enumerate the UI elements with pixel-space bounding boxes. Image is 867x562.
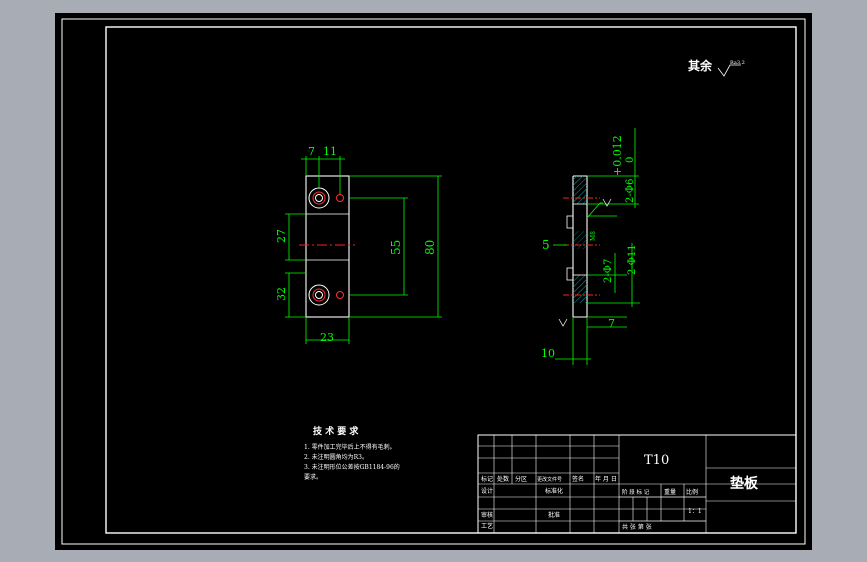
- tb-mark: 标记: [481, 475, 493, 483]
- dim-32: 32: [275, 287, 288, 301]
- roughness-value: Ra3.2: [730, 60, 745, 66]
- tb-check: 审核: [481, 511, 493, 519]
- tb-standard: 标准化: [545, 487, 563, 495]
- tech-item-3: 3. 未注明形位公差按GB1184-96的: [304, 463, 400, 471]
- dim-7-side: 7: [608, 317, 615, 330]
- tb-scale-label: 比例: [686, 488, 698, 496]
- inner-frame: [105, 26, 797, 534]
- tb-weight: 重量: [664, 488, 676, 496]
- tb-sign: 签名: [572, 475, 584, 483]
- tb-craft: 工艺: [481, 522, 493, 530]
- tb-design: 设计: [481, 487, 493, 495]
- tb-date: 年 月 日: [595, 475, 617, 483]
- tb-material: T10: [644, 453, 669, 468]
- tol-bottom: 0: [625, 157, 636, 163]
- tb-part-name: 垫板: [730, 475, 759, 492]
- outer-frame: [61, 18, 806, 545]
- dim-80: 80: [423, 240, 437, 255]
- dim-phi7: 2-Φ7: [603, 259, 614, 283]
- section-view: +0.012 0 2-Φ6 M8 5 2-Φ7 2-Φ11 7 10: [541, 128, 640, 365]
- tech-requirements: 技 术 要 求 1. 零件加工完毕后上不得有毛刺。 2. 未注明圆角均为R3。 …: [304, 425, 400, 481]
- counterbore-top-outer: [308, 187, 330, 209]
- tech-item-1: 1. 零件加工完毕后上不得有毛刺。: [304, 443, 396, 451]
- tb-scale: 1：1: [688, 508, 702, 515]
- cad-viewport[interactable]: 其余 Ra3.2 7 11 55 80 27 32 23 +0.012 0 2-…: [55, 13, 812, 550]
- tb-zone: 分区: [515, 475, 527, 483]
- counterbore-bottom-outer: [308, 284, 330, 306]
- dim-phi14: 2-Φ6: [625, 179, 636, 203]
- tech-item-2: 2. 未注明圆角均为R3。: [304, 453, 368, 461]
- roughness-mark-icon: [602, 198, 612, 207]
- front-outline: [305, 175, 350, 318]
- tb-approve-2: 批准: [548, 511, 560, 519]
- hatch-top: [573, 176, 587, 204]
- tb-stage: 阶 段 标 记: [622, 488, 650, 496]
- tech-title: 技 术 要 求: [313, 425, 359, 437]
- roughness-note: 其余 Ra3.2: [688, 58, 745, 77]
- dim-11: 11: [323, 145, 337, 158]
- pin-hole-top: [336, 194, 344, 202]
- tech-item-4: 要求。: [304, 473, 322, 481]
- dim-5: 5: [542, 238, 550, 252]
- dim-55: 55: [389, 240, 403, 255]
- pin-hole-bottom: [336, 291, 344, 299]
- title-block: 标记 处数 分区 更改文件号 签名 年 月 日 设计 标准化 审核 工艺 批准 …: [477, 434, 797, 534]
- roughness-symbol-icon: [717, 64, 741, 77]
- dim-phi11: 2-Φ11: [627, 244, 638, 275]
- dim-phi16: M8: [590, 231, 597, 241]
- dim-27: 27: [275, 229, 288, 243]
- dim-10: 10: [541, 347, 555, 360]
- roughness-label: 其余: [688, 58, 713, 73]
- tol-top: +0.012: [611, 135, 624, 176]
- counterbore-bottom-inner: [312, 288, 326, 302]
- roughness-mark-icon-2: [558, 318, 568, 327]
- drawing-canvas: 其余 Ra3.2 7 11 55 80 27 32 23 +0.012 0 2-…: [61, 18, 806, 545]
- tb-count: 处数: [497, 475, 509, 483]
- tb-sheet: 共 张 第 张: [622, 523, 652, 531]
- tb-doc: 更改文件号: [537, 476, 562, 483]
- dim-23: 23: [320, 331, 334, 344]
- dim-7: 7: [308, 145, 315, 158]
- hatch-bottom: [573, 275, 587, 303]
- front-view: 7 11 55 80 27 32 23: [275, 145, 442, 344]
- counterbore-top-inner: [312, 191, 326, 205]
